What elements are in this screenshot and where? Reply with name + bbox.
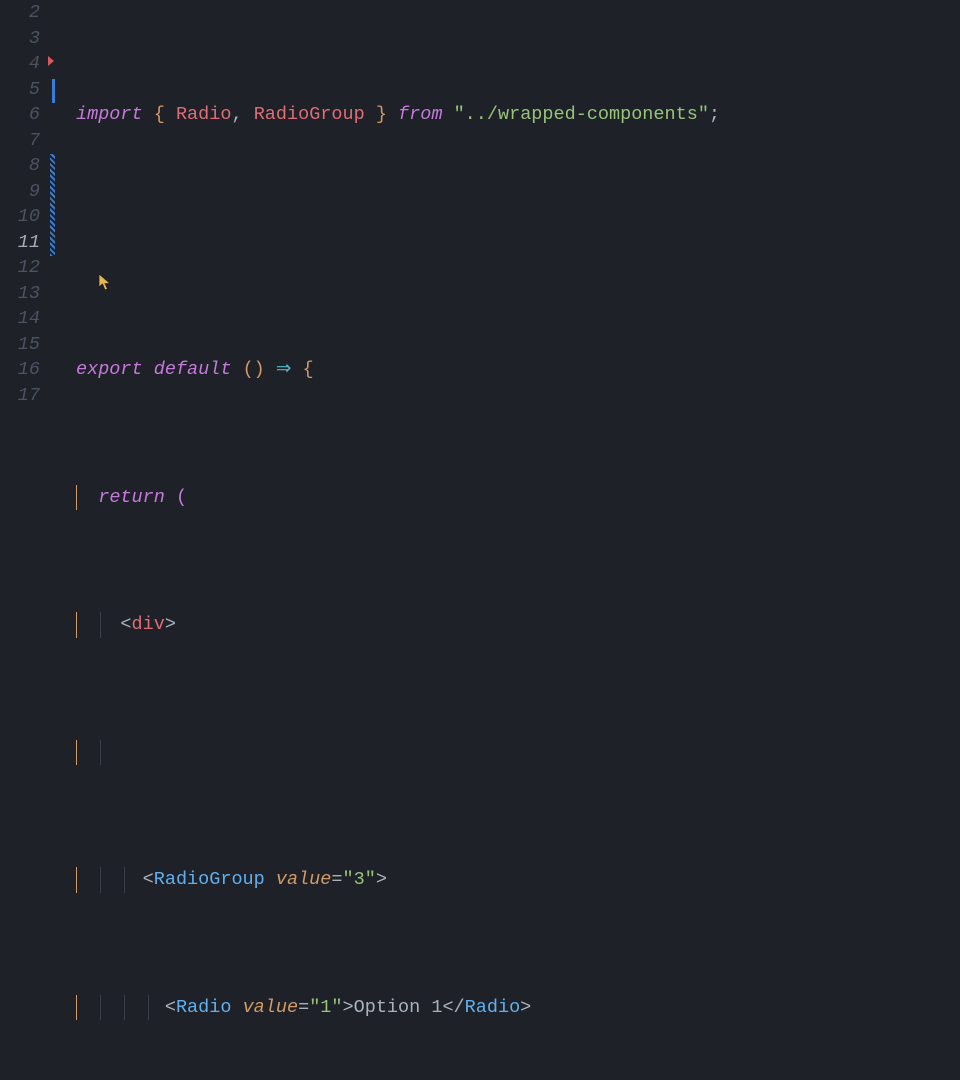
- code-area[interactable]: import { Radio, RadioGroup } from "../wr…: [58, 0, 960, 540]
- code-line[interactable]: [76, 740, 960, 766]
- code-line[interactable]: [76, 230, 960, 256]
- code-line[interactable]: export default () ⇒ {: [76, 357, 960, 383]
- mouse-cursor-icon: [98, 273, 112, 291]
- line-number: 12: [0, 255, 50, 281]
- line-number: 8: [0, 153, 50, 179]
- line-number: 13: [0, 281, 50, 307]
- code-line[interactable]: return (: [76, 485, 960, 511]
- git-change-marker: [50, 154, 55, 256]
- line-number: 17: [0, 383, 50, 409]
- code-line[interactable]: <div>: [76, 612, 960, 638]
- line-number: 7: [0, 128, 50, 154]
- line-number: 6: [0, 102, 50, 128]
- code-line[interactable]: <Radio value="1">Option 1</Radio>: [76, 995, 960, 1021]
- line-number: 3: [0, 26, 50, 52]
- line-number: 2: [0, 0, 50, 26]
- fold-marker-icon[interactable]: [48, 56, 54, 66]
- code-line[interactable]: <RadioGroup value="3">: [76, 867, 960, 893]
- line-number: 16: [0, 357, 50, 383]
- line-number: 4: [0, 51, 50, 77]
- line-number-gutter: 2 3 4 5 6 7 8 9 10 11 12 13 14 15 16 17: [0, 0, 50, 540]
- line-number: 15: [0, 332, 50, 358]
- line-number: 9: [0, 179, 50, 205]
- code-editor[interactable]: 2 3 4 5 6 7 8 9 10 11 12 13 14 15 16 17 …: [0, 0, 960, 540]
- line-number-active: 11: [0, 230, 50, 256]
- line-number: 5: [0, 77, 50, 103]
- code-line[interactable]: import { Radio, RadioGroup } from "../wr…: [76, 102, 960, 128]
- keyword: import: [76, 104, 143, 125]
- git-change-marker: [52, 79, 55, 103]
- gutter-marks: [50, 0, 58, 540]
- line-number: 14: [0, 306, 50, 332]
- line-number: 10: [0, 204, 50, 230]
